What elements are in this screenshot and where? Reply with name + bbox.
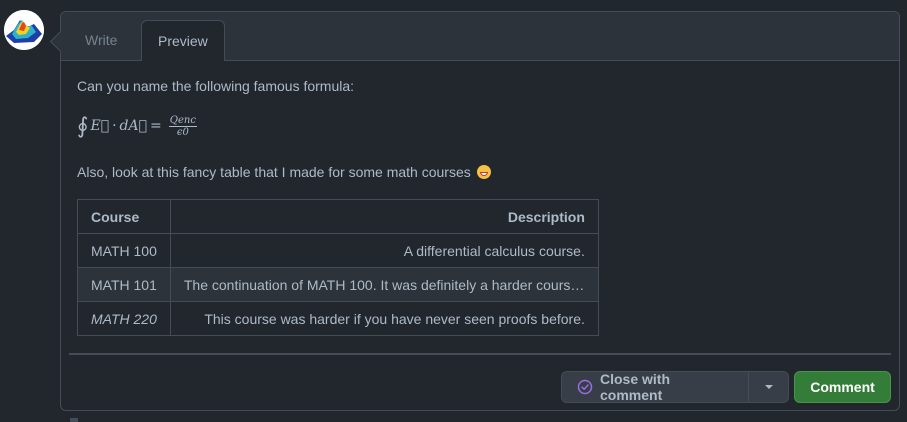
intro-text: Can you name the following famous formul… <box>77 78 355 94</box>
outro-text: Also, look at this fancy table that I ma… <box>77 164 471 180</box>
comment-label: Comment <box>810 379 875 395</box>
comment-button[interactable]: Comment <box>794 371 891 403</box>
gauss-law-formula: ∮ E⃗ · dA⃗ = Qenc ϵ0 <box>77 110 197 142</box>
courses-table: Course Description MATH 100 A differenti… <box>77 199 599 336</box>
avatar[interactable] <box>4 10 44 50</box>
check-circle-icon <box>577 379 593 395</box>
formula-fraction: Qenc ϵ0 <box>168 114 197 138</box>
column-header-description: Description <box>169 199 599 234</box>
formula-dA: dA⃗ <box>119 118 148 134</box>
close-options-dropdown[interactable] <box>749 371 789 403</box>
tab-bar: Write Preview <box>61 12 899 61</box>
column-header-course: Course <box>77 199 171 234</box>
table-row: MATH 100 A differential calculus course. <box>77 233 599 268</box>
surface-plot-avatar-icon <box>4 10 44 50</box>
description-cell: The continuation of MATH 100. It was def… <box>169 267 599 302</box>
tab-preview[interactable]: Preview <box>141 20 225 61</box>
formula-dot: · <box>112 118 117 134</box>
table-row: MATH 220 This course was harder if you h… <box>77 301 599 336</box>
divider <box>69 353 891 355</box>
table-header-row: Course Description <box>77 199 599 234</box>
timeline-marker <box>70 418 78 422</box>
tab-write[interactable]: Write <box>69 20 133 60</box>
table-row: MATH 101 The continuation of MATH 100. I… <box>77 267 599 302</box>
description-cell: This course was harder if you have never… <box>169 301 599 336</box>
course-cell: MATH 220 <box>77 301 171 336</box>
close-with-comment-label: Close with comment <box>600 371 671 403</box>
contour-integral-symbol: ∮ <box>77 113 89 139</box>
close-with-comment-button[interactable]: Close with comment <box>561 371 749 403</box>
course-cell: MATH 101 <box>77 267 171 302</box>
close-button-group: Close with comment <box>561 371 789 403</box>
chevron-down-icon <box>764 385 773 389</box>
grinning-face-emoji-icon <box>476 165 491 179</box>
comment-box: Write Preview Can you name the following… <box>49 11 900 411</box>
outro-paragraph: Also, look at this fancy table that I ma… <box>77 164 491 180</box>
formula-numerator: Qenc <box>168 114 197 127</box>
course-cell: MATH 100 <box>77 233 171 268</box>
formula-E: E⃗ <box>90 118 110 134</box>
description-cell: A differential calculus course. <box>169 233 599 268</box>
formula-denominator: ϵ0 <box>176 126 189 138</box>
formula-equals: = <box>150 118 162 134</box>
